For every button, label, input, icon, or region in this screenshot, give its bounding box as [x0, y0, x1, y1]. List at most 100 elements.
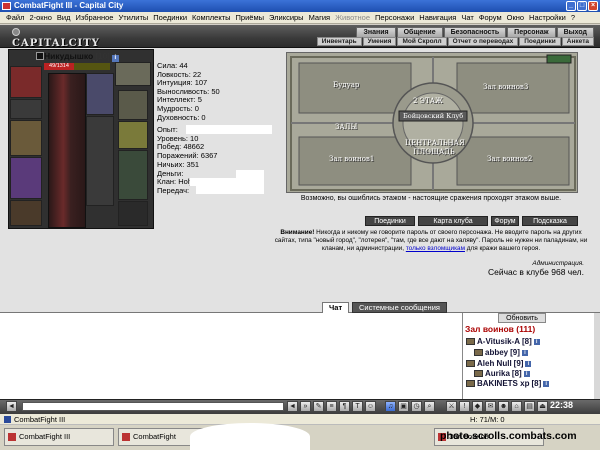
filter-icon[interactable]: ◄	[287, 401, 298, 412]
list-item[interactable]: Aurika [8] i	[474, 369, 530, 378]
info-icon[interactable]: i	[523, 370, 530, 377]
menu-settings[interactable]: Настройки	[529, 13, 566, 22]
clan-emblem-icon	[466, 380, 475, 387]
spell-slots[interactable]	[86, 73, 114, 115]
gift-icon[interactable]: ◆	[472, 401, 483, 412]
sub-nav: Инвентарь Умения Мой Скролл Отчет о пере…	[316, 37, 594, 46]
scroll-lock-icon[interactable]: ▣	[398, 401, 409, 412]
club-map[interactable]: Будуар 2 ЭТАЖ Зал воинов3 Бойцовский Клу…	[286, 52, 578, 193]
clear-icon[interactable]: ✎	[313, 401, 324, 412]
list-item[interactable]: Aleh Null [9] i	[466, 359, 532, 368]
clock-icon[interactable]: ◷	[411, 401, 422, 412]
menu-bar: Файл 2-окно Вид Избранное Утилиты Поедин…	[0, 12, 600, 24]
clan-emblem-icon	[474, 370, 483, 377]
nav-skills[interactable]: Умения	[362, 37, 397, 46]
friends-icon[interactable]: ☻	[498, 401, 509, 412]
redaction	[190, 178, 264, 186]
tab-chat[interactable]: Чат	[322, 302, 350, 313]
pants-slot[interactable]	[118, 150, 148, 200]
refresh-button[interactable]: Обновить	[498, 313, 546, 323]
nav-transfer-report[interactable]: Отчет о переводах	[447, 37, 519, 46]
info-icon[interactable]: i	[533, 338, 540, 345]
list-item[interactable]: abbey [9] i	[474, 348, 528, 357]
thieves-link[interactable]: только взломщикам	[406, 245, 465, 252]
list-item[interactable]: BAKINETS xp [8] i	[466, 379, 550, 388]
game-clock: 22:38	[550, 400, 574, 410]
translate-icon[interactable]: T	[352, 401, 363, 412]
minimize-button[interactable]: _	[566, 1, 576, 11]
mana-readout: Н: 71/М: 0	[470, 415, 505, 424]
info-icon[interactable]: i	[525, 360, 532, 367]
menu-favorites[interactable]: Избранное	[75, 13, 113, 22]
menu-characters[interactable]: Персонажи	[375, 13, 414, 22]
scroll-left-icon[interactable]: ◄	[6, 401, 17, 412]
menu-magic[interactable]: Магия	[309, 13, 331, 22]
stat-spirituality: Духовность: 0	[157, 112, 206, 122]
task-combatfight-iii[interactable]: CombatFight III	[4, 428, 114, 446]
weapon-slot[interactable]	[10, 120, 42, 156]
info-icon[interactable]: i	[521, 349, 528, 356]
maximize-button[interactable]: □	[577, 1, 587, 11]
menu-chat[interactable]: Чат	[461, 13, 473, 22]
info-icon[interactable]: i	[111, 55, 119, 62]
search-icon[interactable]: ⌕	[424, 401, 435, 412]
nav-inventory[interactable]: Инвентарь	[316, 37, 362, 46]
menu-forum[interactable]: Форум	[479, 13, 502, 22]
style-icon[interactable]: ¶	[339, 401, 350, 412]
menu-animal[interactable]: Животное	[335, 13, 370, 22]
exit-icon[interactable]: ⏏	[537, 401, 548, 412]
inventory-grid[interactable]	[86, 116, 114, 206]
menu-help[interactable]: ?	[571, 13, 575, 22]
amulet-slot[interactable]	[10, 99, 42, 119]
online-list-scrollbar[interactable]	[594, 313, 600, 399]
battle-icon[interactable]: ⚔	[446, 401, 457, 412]
forum-button[interactable]: Форум	[491, 216, 519, 226]
close-button[interactable]: ×	[588, 1, 598, 11]
tab-system-messages[interactable]: Системные сообщения	[352, 302, 447, 313]
potion-icon[interactable]: !	[459, 401, 470, 412]
chat-messages[interactable]	[0, 313, 462, 399]
hint-button[interactable]: Подсказка	[522, 216, 578, 226]
menu-elixirs[interactable]: Эликсиры	[269, 13, 304, 22]
menu-2window[interactable]: 2-окно	[29, 13, 51, 22]
redaction	[186, 125, 272, 134]
taskbar-app-label[interactable]: CombatFight III	[14, 414, 65, 425]
club-map-button[interactable]: Карта клуба	[418, 216, 488, 226]
menu-window[interactable]: Окно	[507, 13, 524, 22]
menu-techniques[interactable]: Приёмы	[236, 13, 264, 22]
music-icon[interactable]: ♫	[385, 401, 396, 412]
smile-icon[interactable]: ☺	[365, 401, 376, 412]
menu-view[interactable]: Вид	[57, 13, 71, 22]
chat-input[interactable]	[22, 402, 284, 411]
info-icon[interactable]: i	[543, 380, 550, 387]
boots-slot[interactable]	[118, 201, 148, 226]
helmet-slot[interactable]	[10, 66, 42, 98]
menu-file[interactable]: Файл	[6, 13, 24, 22]
ring-slot[interactable]	[115, 62, 151, 86]
sort-icon[interactable]: ≡	[326, 401, 337, 412]
belt-slot[interactable]	[10, 200, 42, 226]
app-icon	[2, 2, 11, 10]
mail-icon[interactable]: ✉	[485, 401, 496, 412]
menu-duels[interactable]: Поединки	[153, 13, 187, 22]
duels-button[interactable]: Поединки	[365, 216, 415, 226]
nav-profile[interactable]: Анкета	[561, 37, 594, 46]
logo-emblem-icon	[12, 28, 20, 36]
menu-utilities[interactable]: Утилиты	[118, 13, 148, 22]
menu-sets[interactable]: Комплекты	[192, 13, 231, 22]
nav-my-scroll[interactable]: Мой Скролл	[397, 37, 447, 46]
hp-bar: 49/1314	[44, 63, 74, 70]
book-icon[interactable]: ▤	[524, 401, 535, 412]
map-label-reception: Бойцовский Клуб	[403, 112, 464, 120]
send-icon[interactable]: »	[300, 401, 311, 412]
character-name[interactable]: Никудышко [10] i	[44, 51, 119, 62]
gloves-slot[interactable]	[118, 90, 148, 120]
security-notice: Внимание! Никогда и никому не говорите п…	[274, 229, 588, 252]
clan-emblem-icon	[466, 338, 475, 345]
shield-slot[interactable]	[118, 121, 148, 149]
list-item[interactable]: A-Vitusik-A [8] i	[466, 337, 540, 346]
menu-navigation[interactable]: Навигация	[419, 13, 456, 22]
armor-slot[interactable]	[10, 157, 42, 199]
nav-duels[interactable]: Поединки	[519, 37, 561, 46]
map-icon[interactable]: ⌂	[511, 401, 522, 412]
